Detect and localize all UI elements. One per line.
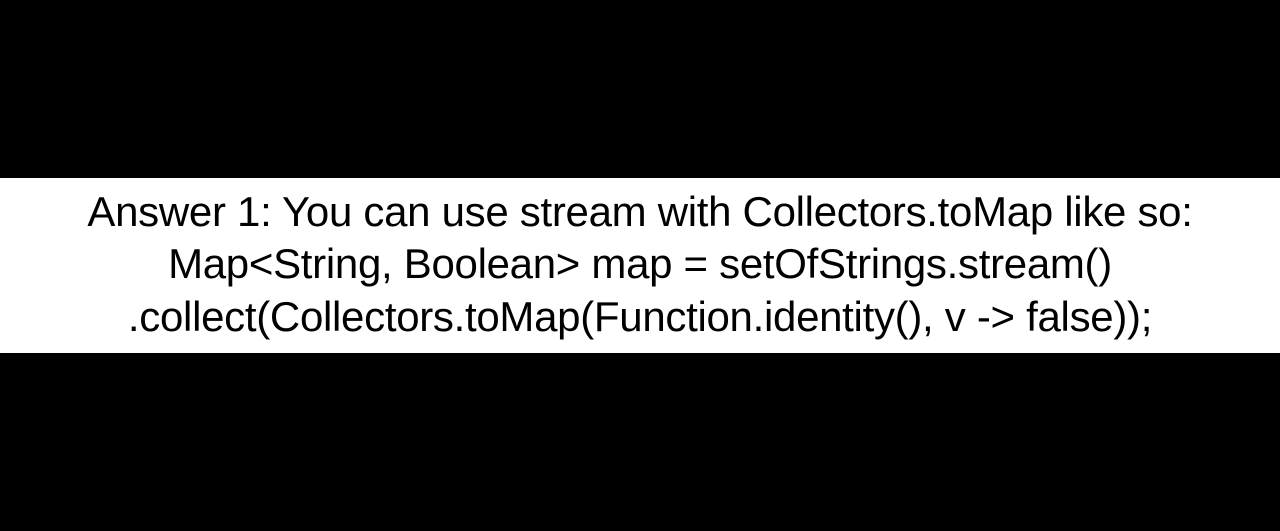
answer-text-block: Answer 1: You can use stream with Collec… bbox=[0, 178, 1280, 354]
text-line-2: Map<String, Boolean> map = setOfStrings.… bbox=[10, 238, 1270, 291]
text-line-3: .collect(Collectors.toMap(Function.ident… bbox=[10, 291, 1270, 344]
text-line-1: Answer 1: You can use stream with Collec… bbox=[10, 186, 1270, 239]
